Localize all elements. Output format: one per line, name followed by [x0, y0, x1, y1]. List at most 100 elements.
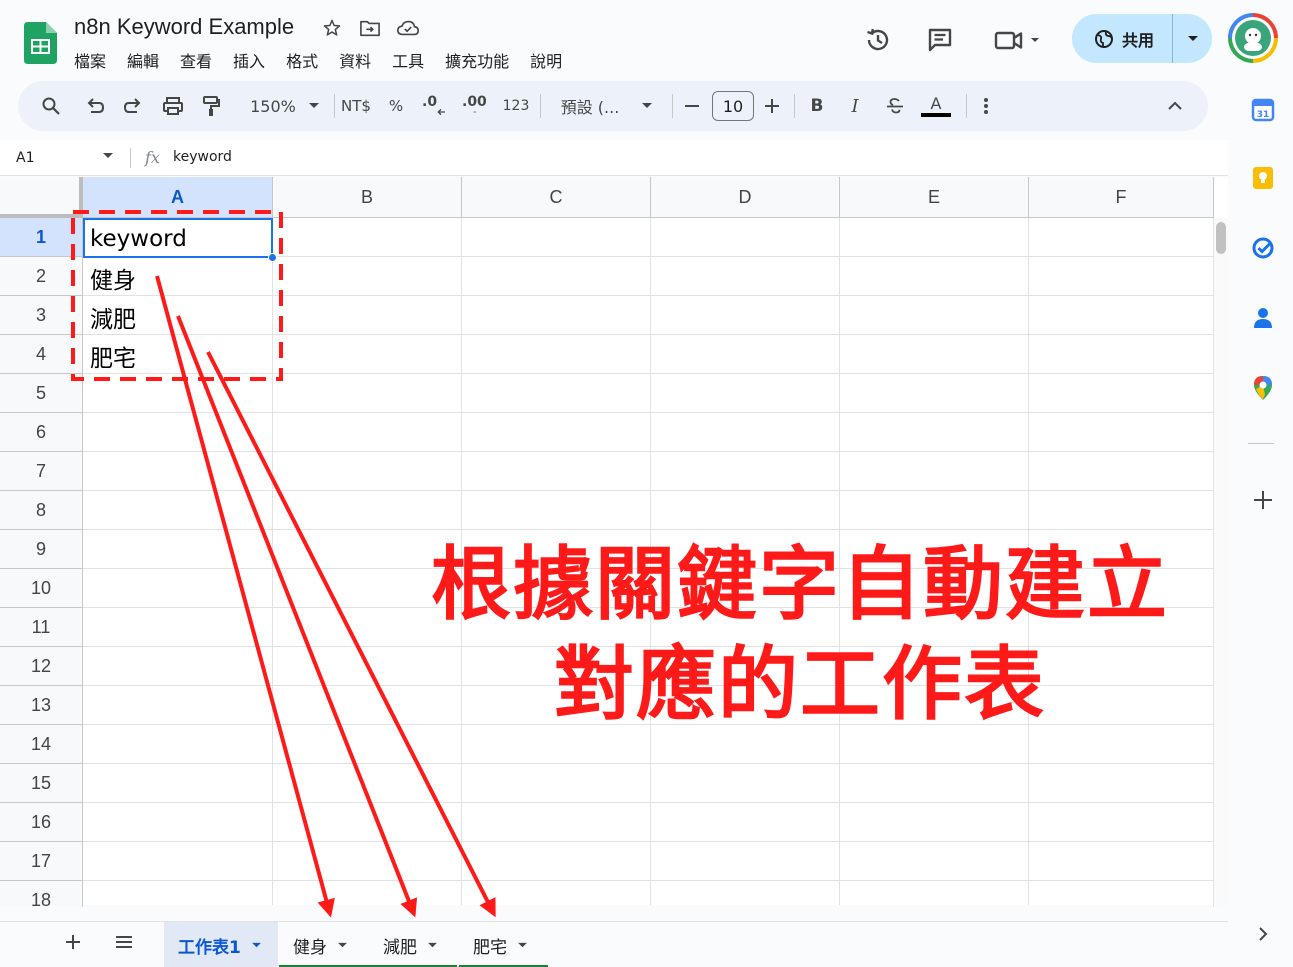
- vertical-scroll-thumb[interactable]: [1216, 222, 1226, 254]
- share-button[interactable]: 共用: [1072, 14, 1172, 63]
- chevron-down-icon[interactable]: [251, 942, 262, 949]
- menu-view[interactable]: 查看: [180, 48, 212, 72]
- document-title[interactable]: n8n Keyword Example: [74, 14, 294, 40]
- sheet-tab-4[interactable]: 肥宅: [459, 922, 548, 967]
- calendar-icon[interactable]: 31: [1250, 97, 1276, 123]
- row-header-11[interactable]: 11: [0, 608, 83, 647]
- column-header-b[interactable]: B: [273, 177, 462, 218]
- sheet-tab-1[interactable]: 工作表1: [164, 922, 278, 967]
- font-size-input[interactable]: 10: [712, 91, 754, 121]
- row-header-7[interactable]: 7: [0, 452, 83, 491]
- formula-input[interactable]: keyword: [173, 149, 232, 165]
- redo-icon[interactable]: [120, 81, 146, 131]
- font-family-select[interactable]: 預設 (...: [558, 81, 656, 131]
- meet-icon[interactable]: [992, 24, 1046, 56]
- share-dropdown-button[interactable]: [1173, 14, 1212, 63]
- bold-button[interactable]: B: [808, 81, 826, 131]
- fill-handle[interactable]: [268, 253, 277, 262]
- avatar[interactable]: [1228, 13, 1278, 63]
- search-menus-icon[interactable]: [38, 81, 64, 131]
- maps-icon[interactable]: [1250, 375, 1276, 401]
- row-header-16[interactable]: 16: [0, 803, 83, 842]
- name-box[interactable]: A1: [16, 150, 34, 166]
- text-color-button[interactable]: A: [920, 81, 952, 131]
- print-icon[interactable]: [160, 81, 186, 131]
- menu-help[interactable]: 說明: [530, 48, 562, 72]
- add-sheet-icon[interactable]: [64, 932, 82, 957]
- decrease-font-size-icon[interactable]: [682, 81, 702, 131]
- sheet-tab-bar: 工作表1 健身 減肥 肥宅: [0, 921, 1228, 967]
- sheet-tab-3[interactable]: 減肥: [369, 922, 457, 967]
- menu-tools[interactable]: 工具: [392, 48, 424, 72]
- row-header-10[interactable]: 10: [0, 569, 83, 608]
- column-header-e[interactable]: E: [840, 177, 1029, 218]
- horizontal-scrollbar[interactable]: [83, 905, 1213, 907]
- row-header-1[interactable]: 1: [0, 218, 83, 257]
- row-header-4[interactable]: 4: [0, 335, 83, 374]
- menu-format[interactable]: 格式: [286, 48, 318, 72]
- move-folder-icon[interactable]: [358, 16, 382, 40]
- cell-a2[interactable]: 健身: [84, 258, 272, 297]
- more-options-icon[interactable]: [976, 81, 996, 131]
- row-header-17[interactable]: 17: [0, 842, 83, 881]
- menu-extensions[interactable]: 擴充功能: [445, 48, 509, 72]
- contacts-icon[interactable]: [1250, 305, 1276, 331]
- row-header-3[interactable]: 3: [0, 296, 83, 335]
- row-header-6[interactable]: 6: [0, 413, 83, 452]
- decrease-decimal-button[interactable]: .0: [422, 81, 446, 131]
- row-header-2[interactable]: 2: [0, 257, 83, 296]
- row-header-5[interactable]: 5: [0, 374, 83, 413]
- row-header-14[interactable]: 14: [0, 725, 83, 764]
- sheet-tab-2[interactable]: 健身: [279, 922, 369, 967]
- keep-icon[interactable]: [1250, 165, 1276, 191]
- side-divider: [1248, 443, 1274, 444]
- column-header-d[interactable]: D: [651, 177, 840, 218]
- toolbar: 150% NT$ % .0 .00 123 預設 (... 10 B I A: [18, 81, 1208, 131]
- paint-format-icon[interactable]: [198, 81, 224, 131]
- globe-icon: [1095, 29, 1113, 48]
- all-sheets-icon[interactable]: [114, 932, 134, 957]
- increase-decimal-button[interactable]: .00: [462, 81, 490, 131]
- cell-a4[interactable]: 肥宅: [84, 336, 272, 375]
- format-percent-button[interactable]: %: [386, 81, 406, 131]
- row-header-9[interactable]: 9: [0, 530, 83, 569]
- undo-icon[interactable]: [82, 81, 108, 131]
- add-addon-icon[interactable]: [1250, 487, 1276, 513]
- strikethrough-icon[interactable]: [884, 81, 906, 131]
- star-icon[interactable]: [320, 16, 344, 40]
- chevron-down-icon[interactable]: [102, 152, 114, 160]
- google-sheets-logo[interactable]: [24, 22, 57, 64]
- row-header-12[interactable]: 12: [0, 647, 83, 686]
- row-header-13[interactable]: 13: [0, 686, 83, 725]
- menu-data[interactable]: 資料: [339, 48, 371, 72]
- formula-bar: A1 fx keyword: [0, 140, 1228, 176]
- chevron-down-icon[interactable]: [427, 942, 438, 949]
- zoom-select[interactable]: 150%: [240, 81, 330, 131]
- cell-a3[interactable]: 減肥: [84, 297, 272, 336]
- row-header-18[interactable]: 18: [0, 881, 83, 907]
- share-label: 共用: [1122, 30, 1155, 50]
- chevron-right-icon[interactable]: [1250, 921, 1276, 947]
- menu-file[interactable]: 檔案: [74, 48, 106, 72]
- format-currency-button[interactable]: NT$: [340, 81, 372, 131]
- more-formats-button[interactable]: 123: [502, 81, 530, 131]
- tasks-icon[interactable]: [1250, 235, 1276, 261]
- chevron-down-icon[interactable]: [517, 942, 528, 949]
- cloud-saved-icon[interactable]: [396, 16, 420, 40]
- row-header-8[interactable]: 8: [0, 491, 83, 530]
- select-all-corner[interactable]: [0, 177, 83, 218]
- row-header-15[interactable]: 15: [0, 764, 83, 803]
- menu-edit[interactable]: 編輯: [127, 48, 159, 72]
- column-header-a[interactable]: A: [83, 177, 273, 218]
- italic-button[interactable]: I: [846, 81, 864, 131]
- chevron-down-icon[interactable]: [337, 942, 348, 949]
- column-header-c[interactable]: C: [462, 177, 651, 218]
- column-header-f[interactable]: F: [1029, 177, 1214, 218]
- sheet-tab-label: 減肥: [383, 937, 417, 958]
- menu-insert[interactable]: 插入: [233, 48, 265, 72]
- increase-font-size-icon[interactable]: [762, 81, 782, 131]
- vertical-scrollbar[interactable]: [1213, 218, 1228, 907]
- collapse-toolbar-icon[interactable]: [1164, 81, 1186, 131]
- comment-icon[interactable]: [924, 24, 956, 56]
- history-icon[interactable]: [862, 24, 894, 56]
